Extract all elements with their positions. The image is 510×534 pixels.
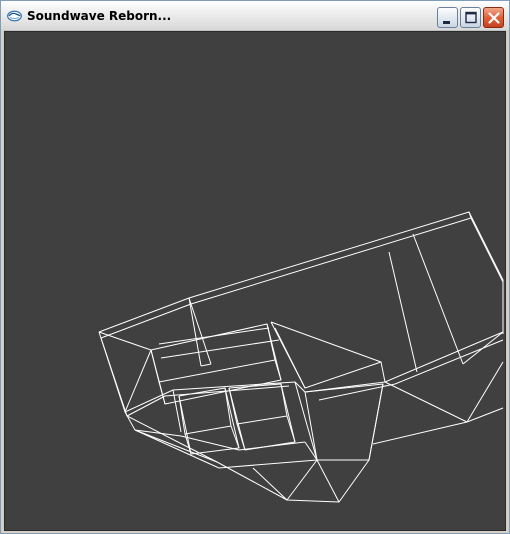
wireframe-lines (98, 211, 504, 503)
wireframe-model (98, 211, 504, 503)
maximize-button[interactable] (460, 7, 481, 28)
3d-viewport[interactable] (4, 31, 506, 531)
title-bar[interactable]: Soundwave Reborn... (1, 1, 509, 31)
close-icon (488, 12, 500, 24)
app-window: Soundwave Reborn... (0, 0, 510, 534)
minimize-icon (443, 21, 450, 24)
maximize-icon (465, 11, 477, 24)
app-window-icon[interactable] (7, 9, 22, 22)
window-title: Soundwave Reborn... (27, 9, 172, 23)
minimize-button[interactable] (437, 7, 458, 28)
close-button[interactable] (483, 7, 504, 28)
